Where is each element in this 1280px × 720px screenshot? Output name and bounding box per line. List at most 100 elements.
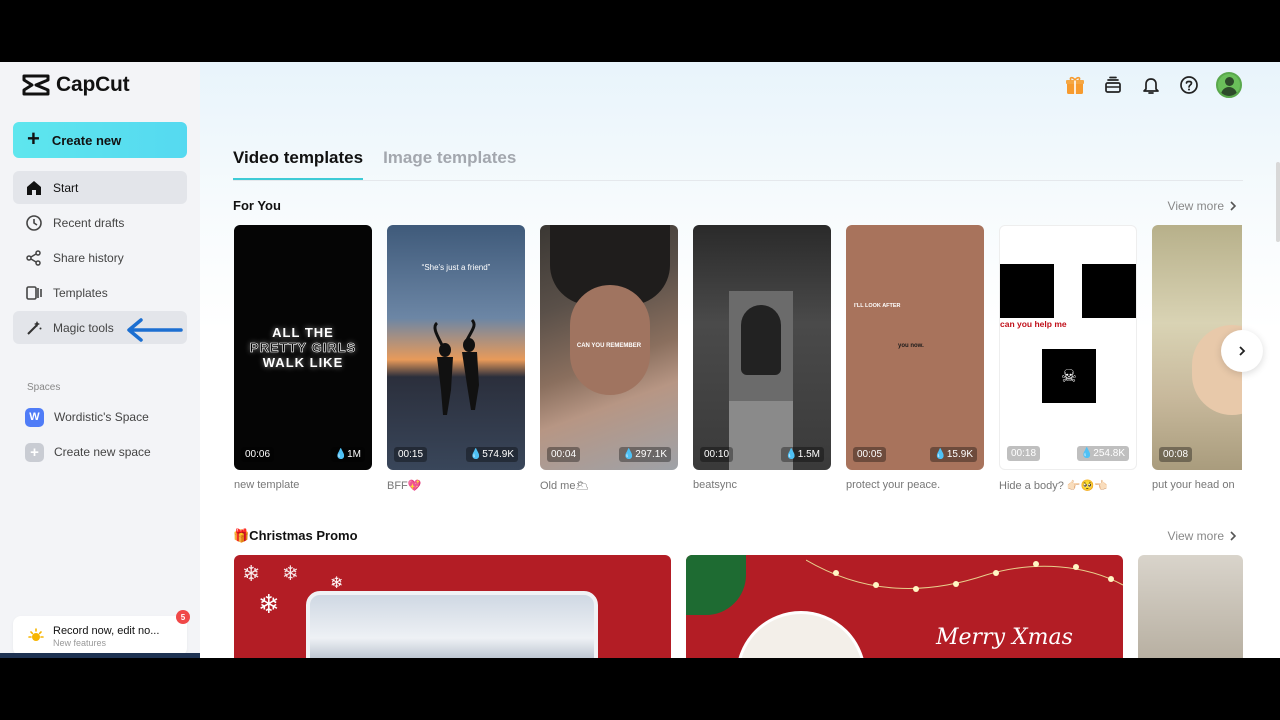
christmas-template-card[interactable]: Merry Xmas — [686, 555, 1123, 658]
duration-label: 00:08 — [1159, 447, 1193, 462]
main-content: Video templates Image templates For You … — [200, 62, 1280, 658]
template-card[interactable]: ALL THE PRETTY GIRLS WALK LIKE 00:06 💧1M… — [234, 225, 372, 491]
overlay-text: I'LL LOOK AFTER — [854, 303, 901, 309]
face-shape — [570, 285, 650, 395]
photo-circle — [736, 611, 866, 658]
snowflake-icon: ❄ — [258, 589, 280, 619]
overlay-text: you now. — [898, 343, 924, 349]
annotation-arrow-icon — [127, 318, 183, 342]
template-thumbnail[interactable]: “She's just a friend” 00:15 💧574.9K — [387, 225, 525, 470]
template-thumbnail[interactable]: can you help me ☠ 00:18 💧254.8K — [999, 225, 1137, 470]
sidebar-item-templates[interactable]: Templates — [13, 276, 187, 309]
templates-icon — [26, 285, 42, 300]
view-more-label: View more — [1167, 529, 1224, 543]
duration-label: 00:05 — [853, 447, 887, 462]
duration-label: 00:04 — [547, 447, 581, 462]
overlay-text: “She's just a friend” — [421, 263, 491, 272]
christmas-promo-title: 🎁Christmas Promo — [233, 528, 358, 543]
overlay-text: CAN YOU REMEMBER — [576, 343, 642, 349]
letterbox-bottom — [0, 658, 1280, 720]
snowflake-icon: ❄ — [242, 561, 261, 586]
share-icon — [26, 249, 41, 266]
sidebar-item-label: Start — [53, 180, 79, 195]
template-tabs: Video templates Image templates — [233, 148, 516, 180]
space-item-wordistic[interactable]: W Wordistic's Space — [13, 402, 187, 432]
black-square — [1000, 264, 1054, 318]
christmas-template-card[interactable]: ❄ ❄ ❄ ❄ — [234, 555, 671, 658]
scrollbar[interactable] — [1276, 162, 1280, 242]
usage-count: 💧15.9K — [930, 447, 977, 462]
template-title: Old me🌥 — [540, 480, 590, 492]
winter-photo-frame — [306, 591, 598, 658]
usage-count: 💧297.1K — [618, 447, 671, 462]
for-you-view-more-link[interactable]: View more — [1168, 199, 1238, 213]
bell-icon[interactable] — [1140, 74, 1162, 96]
snowflake-icon: ❄ — [282, 563, 299, 585]
tabs-divider — [233, 180, 1243, 181]
capcut-app: CapCut + Create new Start Recent drafts … — [0, 62, 1280, 658]
avatar[interactable] — [1216, 72, 1242, 98]
black-square — [1082, 264, 1136, 318]
plus-icon: + — [25, 442, 44, 462]
usage-count: 💧1.5M — [781, 447, 824, 462]
create-space-label: Create new space — [54, 445, 151, 459]
silhouette-image — [433, 318, 479, 415]
usage-count: 💧574.9K — [465, 447, 518, 462]
template-title: put your head on — [1152, 479, 1235, 491]
skull-icon: ☠ — [1042, 349, 1096, 403]
for-you-title: For You — [233, 198, 281, 213]
sidebar-item-label: Templates — [53, 285, 108, 300]
record-title: Record now, edit no... — [53, 624, 160, 637]
duration-label: 00:06 — [241, 447, 275, 462]
help-icon[interactable] — [1178, 74, 1200, 96]
header-icons — [1064, 72, 1242, 98]
capcut-logo-icon — [22, 74, 50, 96]
template-thumbnail[interactable]: 00:10 💧1.5M — [693, 225, 831, 470]
template-title: BFF💖 — [387, 480, 422, 492]
template-thumbnail[interactable]: ALL THE PRETTY GIRLS WALK LIKE 00:06 💧1M — [234, 225, 372, 470]
capcut-logo[interactable]: CapCut — [22, 72, 130, 98]
person-shape — [741, 305, 781, 375]
record-now-card[interactable]: Record now, edit no... New features — [13, 616, 187, 656]
usage-count: 💧1M — [330, 447, 365, 462]
duration-label: 00:18 — [1007, 446, 1041, 461]
create-new-button[interactable]: + Create new — [13, 122, 187, 158]
template-card[interactable]: I'LL LOOK AFTER you now. 00:05 💧15.9K pr… — [846, 225, 984, 491]
tab-image-templates[interactable]: Image templates — [383, 148, 516, 180]
template-card[interactable]: CAN YOU REMEMBER 00:04 💧297.1K Old me🌥 — [540, 225, 678, 492]
template-card[interactable]: 00:10 💧1.5M beatsync — [693, 225, 831, 491]
template-card[interactable]: “She's just a friend” 00:15 💧574.9K BFF💖 — [387, 225, 525, 492]
layers-icon[interactable] — [1102, 74, 1124, 96]
tab-video-templates[interactable]: Video templates — [233, 148, 364, 180]
create-new-space-button[interactable]: + Create new space — [13, 437, 187, 467]
christmas-template-card[interactable] — [1138, 555, 1243, 658]
christmas-view-more-link[interactable]: View more — [1168, 529, 1238, 543]
clock-icon — [26, 214, 42, 231]
sidebar-item-recent-drafts[interactable]: Recent drafts — [13, 206, 187, 239]
overlay-text: PRETTY GIRLS — [249, 340, 357, 356]
overlay-text: ALL THE — [272, 325, 334, 340]
template-card[interactable]: can you help me ☠ 00:18 💧254.8K Hide a b… — [999, 225, 1137, 492]
string-lights — [806, 559, 1123, 592]
gift-icon[interactable] — [1064, 74, 1086, 96]
letterbox-top — [0, 0, 1280, 62]
home-icon — [27, 180, 41, 195]
template-thumbnail[interactable]: I'LL LOOK AFTER you now. 00:05 💧15.9K — [846, 225, 984, 470]
space-label: Wordistic's Space — [54, 410, 149, 424]
sidebar-item-start[interactable]: Start — [13, 171, 187, 204]
sidebar-item-share-history[interactable]: Share history — [13, 241, 187, 274]
template-title: beatsync — [693, 479, 738, 491]
sidebar-item-label: Recent drafts — [53, 215, 125, 230]
usage-count: 💧254.8K — [1076, 446, 1129, 461]
carousel-next-button[interactable] — [1221, 330, 1263, 372]
app-name: CapCut — [56, 73, 130, 96]
sidebar-item-label: Share history — [53, 250, 124, 265]
record-subtitle: New features — [53, 637, 107, 648]
overlay-text: can you help me — [1000, 319, 1067, 329]
sidebar-item-label: Magic tools — [53, 320, 114, 335]
template-thumbnail[interactable]: CAN YOU REMEMBER 00:04 💧297.1K — [540, 225, 678, 470]
space-avatar: W — [25, 407, 44, 427]
holly-leaves — [686, 555, 746, 615]
template-title: new template — [234, 479, 300, 491]
template-title: Hide a body? 👉🏻🥺👈🏻 — [999, 480, 1108, 492]
